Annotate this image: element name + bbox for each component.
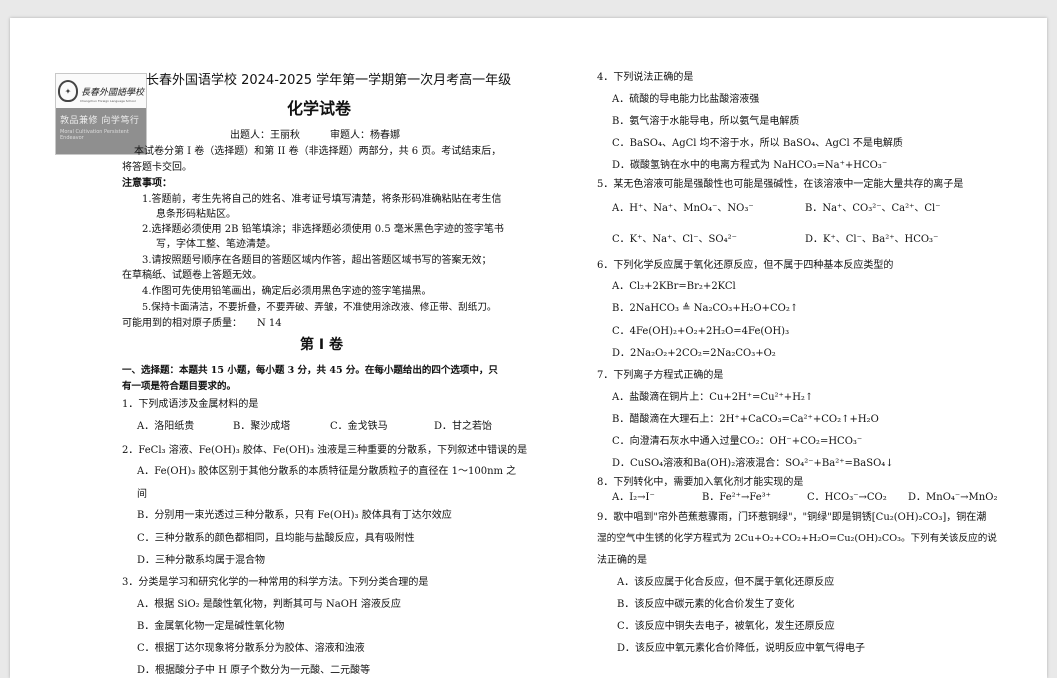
school-emblem-icon: ✦ xyxy=(57,80,78,102)
q6-option-a: A．Cl₂+2KBr=Br₂+2KCl xyxy=(612,281,736,292)
q4-option-d: D．碳酸氢钠在水中的电离方程式为 NaHCO₃=Na⁺+HCO₃⁻ xyxy=(612,160,888,171)
note-line: 3.请按照题号顺序在各题目的答题区域内作答，超出答题区域书写的答案无效； xyxy=(142,255,492,266)
section-title: 第 I 卷 xyxy=(300,337,343,353)
q5-option-b: B．Na⁺、CO₃²⁻、Ca²⁺、Cl⁻ xyxy=(805,203,941,214)
question-4: 4．下列说法正确的是 xyxy=(597,72,694,83)
q4-option-c: C．BaSO₄、AgCl 均不溶于水，所以 BaSO₄、AgCl 不是电解质 xyxy=(612,138,903,149)
q1-option-a: A．洛阳纸贵 xyxy=(137,421,195,432)
q9-option-c: C．该反应中铜失去电子，被氧化，发生还原反应 xyxy=(617,621,835,632)
q3-option-c: C．根据丁达尔现象将分散系分为胶体、溶液和浊液 xyxy=(137,643,365,654)
note-line: 在草稿纸、试题卷上答题无效。 xyxy=(122,270,262,281)
q9-option-a: A．该反应属于化合反应，但不属于氧化还原反应 xyxy=(617,577,835,588)
q4-option-a: A．硫酸的导电能力比盐酸溶液强 xyxy=(612,94,760,105)
part-instructions-2: 有一项是符合题目要求的。 xyxy=(122,381,237,392)
question-9-line-3: 法正确的是 xyxy=(597,555,647,566)
exam-authors: 出题人：王丽秋 审题人：杨春娜 xyxy=(230,130,400,141)
logo-motto: 敦品兼修 向学笃行 xyxy=(60,116,140,126)
question-9-line-2: 湿的空气中生锈的化学方程式为 2Cu+O₂+CO₂+H₂O=Cu₂(OH)₂CO… xyxy=(597,533,997,544)
intro-line-1: 本试卷分第 I 卷（选择题）和第 II 卷（非选择题）两部分，共 6 页。考试结… xyxy=(134,146,502,157)
q9-option-d: D．该反应中氧元素化合价降低，说明反应中氧气得电子 xyxy=(617,643,866,654)
q7-option-d: D．CuSO₄溶液和Ba(OH)₂溶液混合：SO₄²⁻+Ba²⁺=BaSO₄↓ xyxy=(612,458,894,469)
question-8: 8．下列转化中，需要加入氧化剂才能实现的是 xyxy=(597,477,804,488)
q7-option-a: A．盐酸滴在铜片上：Cu+2H⁺=Cu²⁺+H₂↑ xyxy=(612,392,814,403)
question-5: 5．某无色溶液可能是强酸性也可能是强碱性，在该溶液中一定能大量共存的离子是 xyxy=(597,179,964,190)
q7-option-c: C．向澄清石灰水中通入过量CO₂：OH⁻+CO₂=HCO₃⁻ xyxy=(612,436,863,447)
q3-option-a: A．根据 SiO₂ 是酸性氧化物，判断其可与 NaOH 溶液反应 xyxy=(137,599,401,610)
part-instructions-1: 一、选择题：本题共 15 小题，每小题 3 分，共 45 分。在每小题给出的四个… xyxy=(122,365,498,376)
q2-option-b: B．分别用一束光透过三种分散系，只有 Fe(OH)₃ 胶体具有丁达尔效应 xyxy=(137,510,452,521)
document-page: ✦ 長春外國語學校 Changchun Foreign Language Sch… xyxy=(10,18,1047,678)
q8-option-b: B．Fe²⁺→Fe³⁺ xyxy=(702,492,771,503)
atomic-mass-line: 可能用到的相对原子质量： N 14 xyxy=(122,318,282,329)
q2-option-c: C．三种分散系的颜色都相同，且均能与盐酸反应，具有吸附性 xyxy=(137,533,415,544)
logo-motto-band: 敦品兼修 向学笃行 Moral Cultivation Persistent E… xyxy=(56,108,146,154)
question-7: 7．下列离子方程式正确的是 xyxy=(597,370,724,381)
q3-option-b: B．金属氧化物一定是碱性氧化物 xyxy=(137,621,285,632)
q8-option-a: A．I₂→I⁻ xyxy=(612,492,655,503)
note-line: 写，字体工整、笔迹清楚。 xyxy=(156,239,276,250)
note-line: 1.答题前，考生先将自己的姓名、准考证号填写清楚，将条形码准确粘贴在考生信 xyxy=(142,194,502,205)
q4-option-b: B．氨气溶于水能导电，所以氨气是电解质 xyxy=(612,116,800,127)
q5-option-c: C．K⁺、Na⁺、Cl⁻、SO₄²⁻ xyxy=(612,234,737,245)
question-6: 6．下列化学反应属于氧化还原反应，但不属于四种基本反应类型的 xyxy=(597,260,894,271)
q1-option-b: B．聚沙成塔 xyxy=(233,421,291,432)
q2-option-a-cont: 间 xyxy=(137,489,147,500)
logo-english-name: Changchun Foreign Language School xyxy=(80,99,136,103)
q1-option-d: D．甘之若饴 xyxy=(434,421,493,432)
note-line: 息条形码粘贴区。 xyxy=(156,209,236,220)
q5-option-d: D．K⁺、Cl⁻、Ba²⁺、HCO₃⁻ xyxy=(805,234,939,245)
q6-option-d: D．2Na₂O₂+2CO₂=2Na₂CO₃+O₂ xyxy=(612,348,776,359)
intro-line-2: 将答题卡交回。 xyxy=(122,162,192,173)
logo-motto-english: Moral Cultivation Persistent Endeavor xyxy=(60,129,129,141)
q3-option-d: D．根据酸分子中 H 原子个数分为一元酸、二元酸等 xyxy=(137,665,371,676)
q1-option-c: C．金戈铁马 xyxy=(330,421,388,432)
q9-option-b: B．该反应中碳元素的化合价发生了变化 xyxy=(617,599,795,610)
notice-heading: 注意事项： xyxy=(122,178,172,189)
logo-script-name: 長春外國語學校 xyxy=(80,87,144,98)
note-line: 4.作图可先使用铅笔画出，确定后必须用黑色字迹的签字笔描黑。 xyxy=(142,286,432,297)
q8-option-d: D．MnO₄⁻→MnO₂ xyxy=(908,492,998,503)
question-2: 2．FeCl₃ 溶液、Fe(OH)₃ 胶体、Fe(OH)₃ 浊液是三种重要的分散… xyxy=(122,445,528,456)
q6-option-c: C．4Fe(OH)₂+O₂+2H₂O=4Fe(OH)₃ xyxy=(612,326,790,337)
school-logo: ✦ 長春外國語學校 Changchun Foreign Language Sch… xyxy=(55,73,147,155)
exam-title: 长春外国语学校 2024-2025 学年第一学期第一次月考高一年级 xyxy=(146,73,512,88)
q5-option-a: A．H⁺、Na⁺、MnO₄⁻、NO₃⁻ xyxy=(612,203,754,214)
q2-option-d: D．三种分散系均属于混合物 xyxy=(137,555,266,566)
note-line: 5.保持卡面清洁，不要折叠，不要弄破、弄皱，不准使用涂改液、修正带、刮纸刀。 xyxy=(142,302,497,313)
question-9-line-1: 9．歌中唱到"帘外芭蕉惹骤雨，门环惹铜绿"，"铜绿"即是铜锈[Cu₂(OH)₂C… xyxy=(597,512,987,523)
q2-option-a: A．Fe(OH)₃ 胶体区别于其他分散系的本质特征是分散质粒子的直径在 1～10… xyxy=(137,466,517,477)
q7-option-b: B．醋酸滴在大理石上：2H⁺+CaCO₃=Ca²⁺+CO₂↑+H₂O xyxy=(612,414,879,425)
q8-option-c: C．HCO₃⁻→CO₂ xyxy=(807,492,887,503)
q6-option-b: B．2NaHCO₃ ≜ Na₂CO₃+H₂O+CO₂↑ xyxy=(612,303,799,314)
exam-subject: 化学试卷 xyxy=(287,99,352,118)
note-line: 2.选择题必须使用 2B 铅笔填涂；非选择题必须使用 0.5 毫米黑色字迹的签字… xyxy=(142,224,504,235)
question-1: 1．下列成语涉及金属材料的是 xyxy=(122,399,259,410)
question-3: 3．分类是学习和研究化学的一种常用的科学方法。下列分类合理的是 xyxy=(122,577,429,588)
